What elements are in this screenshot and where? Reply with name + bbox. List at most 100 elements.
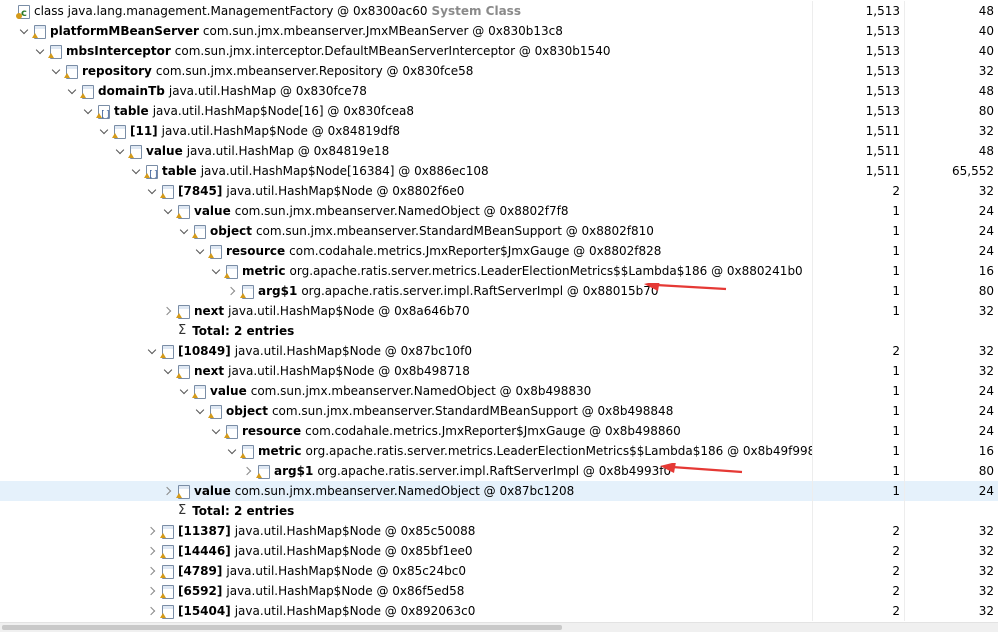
heap-size-cell: 16: [904, 441, 998, 461]
heap-size-cell: 40: [904, 41, 998, 61]
collapse-chevron-icon[interactable]: [116, 141, 126, 161]
tree-row[interactable]: metric org.apache.ratis.server.metrics.Le…: [0, 441, 998, 461]
class-name-cell: [4789] java.util.HashMap$Node @ 0x85c24bc…: [0, 561, 812, 581]
object-icon: [192, 384, 206, 399]
collapse-chevron-icon[interactable]: [164, 361, 174, 381]
object-label: org.apache.ratis.server.metrics.LeaderEl…: [305, 444, 812, 458]
collapse-chevron-icon[interactable]: [36, 41, 46, 61]
collapse-chevron-icon[interactable]: [132, 161, 142, 181]
tree-row[interactable]: [11] java.util.HashMap$Node @ 0x84819df8 1…: [0, 121, 998, 141]
expand-chevron-icon[interactable]: [148, 541, 158, 561]
object-label: java.util.HashMap$Node @ 0x8b498718: [228, 364, 470, 378]
tree-row[interactable]: resource com.codahale.metrics.JmxReporter…: [0, 421, 998, 441]
object-label: java.util.HashMap @ 0x830fce78: [168, 84, 367, 98]
tree-row[interactable]: next java.util.HashMap$Node @ 0x8b498718 1…: [0, 361, 998, 381]
field-name: metric: [242, 264, 286, 278]
object-label: com.codahale.metrics.JmxReporter$JmxGaug…: [305, 424, 681, 438]
tree-row[interactable]: value com.sun.jmx.mbeanserver.NamedObject…: [0, 201, 998, 221]
total-row[interactable]: Σ Total: 2 entries: [0, 321, 998, 341]
tree-row[interactable]: mbsInterceptor com.sun.jmx.interceptor.De…: [0, 41, 998, 61]
object-icon: [160, 564, 174, 579]
field-name: arg$1: [258, 284, 298, 298]
expand-chevron-icon[interactable]: [244, 461, 254, 481]
collapse-chevron-icon[interactable]: [52, 61, 62, 81]
object-label: java.util.HashMap$Node @ 0x8802f6e0: [226, 184, 465, 198]
array-object-icon: [96, 104, 111, 121]
class-name-cell: metric org.apache.ratis.server.metrics.Le…: [0, 441, 812, 461]
collapse-chevron-icon[interactable]: [148, 341, 158, 361]
object-icon: [176, 304, 190, 319]
tree-row[interactable]: metric org.apache.ratis.server.metrics.Le…: [0, 261, 998, 281]
tree-row[interactable]: tablejava.util.HashMap$Node[16] @ 0x830f…: [0, 101, 998, 121]
collapse-chevron-icon[interactable]: [212, 261, 222, 281]
heap-size-cell: 48: [904, 1, 998, 21]
expand-chevron-icon[interactable]: [148, 601, 158, 621]
heap-size-cell: 48: [904, 81, 998, 101]
class-name-cell: [15404] java.util.HashMap$Node @ 0x892063…: [0, 601, 812, 621]
tree-row[interactable]: arg$1 org.apache.ratis.server.impl.RaftSe…: [0, 281, 998, 301]
collapse-chevron-icon[interactable]: [212, 421, 222, 441]
collapse-chevron-icon[interactable]: [196, 241, 206, 261]
collapse-chevron-icon[interactable]: [68, 81, 78, 101]
heap-size-cell: 32: [904, 561, 998, 581]
total-row[interactable]: Σ Total: 2 entries: [0, 501, 998, 521]
expand-chevron-icon[interactable]: [228, 281, 238, 301]
object-icon: [176, 364, 190, 379]
collapse-chevron-icon[interactable]: [20, 21, 30, 41]
field-name: [15404]: [178, 604, 231, 618]
tree-row[interactable]: value java.util.HashMap @ 0x84819e18 1,511…: [0, 141, 998, 161]
tree-row[interactable]: [4789] java.util.HashMap$Node @ 0x85c24bc…: [0, 561, 998, 581]
object-icon: [240, 284, 254, 299]
expand-chevron-icon[interactable]: [164, 301, 174, 321]
sigma-icon: Σ: [178, 323, 187, 338]
expand-chevron-icon[interactable]: [148, 561, 158, 581]
tree-row[interactable]: [11387] java.util.HashMap$Node @ 0x85c500…: [0, 521, 998, 541]
expand-chevron-icon[interactable]: [148, 521, 158, 541]
objects-count-cell: 1,513: [812, 41, 904, 61]
heap-size-cell: 65,552: [904, 161, 998, 181]
collapse-chevron-icon[interactable]: [84, 101, 94, 121]
objects-count-cell: 1: [812, 481, 904, 501]
expand-chevron-icon[interactable]: [148, 581, 158, 601]
tree-row[interactable]: [10849] java.util.HashMap$Node @ 0x87bc10…: [0, 341, 998, 361]
objects-count-cell: 1,513: [812, 81, 904, 101]
tree-row[interactable]: repository com.sun.jmx.mbeanserver.Reposi…: [0, 61, 998, 81]
tree-row[interactable]: domainTb java.util.HashMap @ 0x830fce78 1,…: [0, 81, 998, 101]
tree-row[interactable]: [6592] java.util.HashMap$Node @ 0x86f5ed5…: [0, 581, 998, 601]
class-name-cell: tablejava.util.HashMap$Node[16384] @ 0x8…: [0, 161, 812, 181]
objects-count-cell: 1: [812, 441, 904, 461]
collapse-chevron-icon[interactable]: [180, 221, 190, 241]
tree-row[interactable]: tablejava.util.HashMap$Node[16384] @ 0x8…: [0, 161, 998, 181]
tree-row[interactable]: [7845] java.util.HashMap$Node @ 0x8802f6e…: [0, 181, 998, 201]
object-label: java.util.HashMap$Node[16384] @ 0x886ec1…: [200, 164, 489, 178]
collapse-chevron-icon[interactable]: [100, 121, 110, 141]
object-icon: [160, 584, 174, 599]
scrollbar-thumb[interactable]: [2, 625, 562, 630]
class-name-cell: platformMBeanServer com.sun.jmx.mbeanserv…: [0, 21, 812, 41]
object-label: com.sun.jmx.mbeanserver.StandardMBeanSup…: [271, 404, 674, 418]
class-name-cell: next java.util.HashMap$Node @ 0x8a646b70: [0, 301, 812, 321]
heap-size-cell: 40: [904, 21, 998, 41]
collapse-chevron-icon[interactable]: [228, 441, 238, 461]
tree-row[interactable]: class java.lang.management.ManagementFac…: [0, 1, 998, 21]
tree-row[interactable]: value com.sun.jmx.mbeanserver.NamedObject…: [0, 381, 998, 401]
tree-row[interactable]: value com.sun.jmx.mbeanserver.NamedObject…: [0, 481, 998, 501]
tree-row[interactable]: resource com.codahale.metrics.JmxReporter…: [0, 241, 998, 261]
object-tree[interactable]: class java.lang.management.ManagementFac…: [0, 0, 998, 622]
tree-row[interactable]: [14446] java.util.HashMap$Node @ 0x85bf1e…: [0, 541, 998, 561]
collapse-chevron-icon[interactable]: [148, 181, 158, 201]
tree-row[interactable]: next java.util.HashMap$Node @ 0x8a646b70 1…: [0, 301, 998, 321]
tree-row[interactable]: object com.sun.jmx.mbeanserver.StandardMB…: [0, 401, 998, 421]
tree-row[interactable]: platformMBeanServer com.sun.jmx.mbeanserv…: [0, 21, 998, 41]
tree-row[interactable]: object com.sun.jmx.mbeanserver.StandardMB…: [0, 221, 998, 241]
tree-row[interactable]: arg$1 org.apache.ratis.server.impl.RaftSe…: [0, 461, 998, 481]
expand-chevron-icon[interactable]: [164, 481, 174, 501]
object-label: com.sun.jmx.mbeanserver.JmxMBeanServer @…: [202, 24, 563, 38]
class-name-cell: Σ Total: 2 entries: [0, 321, 812, 341]
collapse-chevron-icon[interactable]: [196, 401, 206, 421]
tree-row[interactable]: [15404] java.util.HashMap$Node @ 0x892063…: [0, 601, 998, 621]
collapse-chevron-icon[interactable]: [164, 201, 174, 221]
object-icon: [192, 224, 206, 239]
collapse-chevron-icon[interactable]: [180, 381, 190, 401]
